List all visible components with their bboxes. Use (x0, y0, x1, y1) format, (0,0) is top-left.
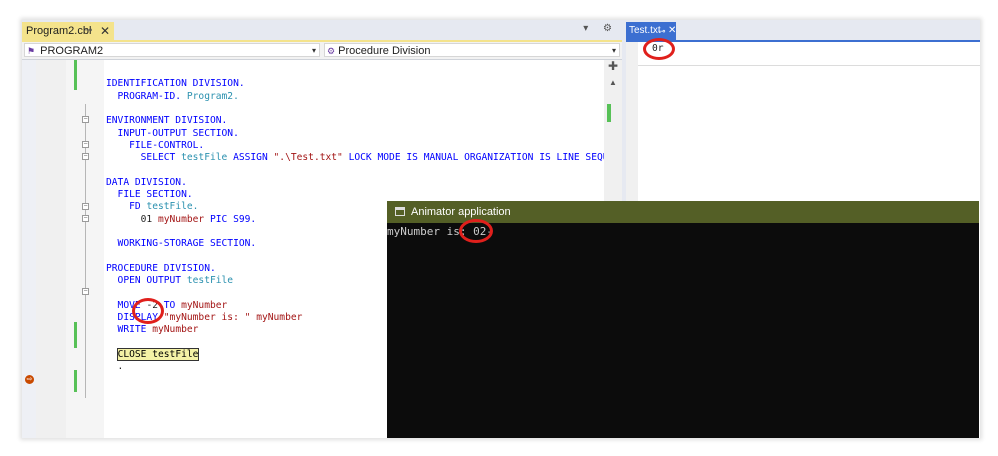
code-line[interactable]: PROCEDURE DIVISION. (106, 263, 216, 275)
code-token: PIC S99. (209, 213, 257, 225)
code-token: IDENTIFICATION DIVISION. (106, 78, 245, 90)
code-token: OPEN OUTPUT (106, 275, 187, 287)
code-line[interactable]: . (106, 361, 124, 373)
split-window-icon[interactable]: ✚ (607, 60, 619, 72)
code-token: DATA DIVISION. (106, 176, 187, 188)
pin-icon[interactable]: ⊸ (84, 22, 92, 40)
code-line[interactable]: DATA DIVISION. (106, 177, 187, 189)
program-dropdown[interactable]: ⚑ PROGRAM2 ▾ (24, 43, 320, 57)
collapse-icon[interactable]: − (82, 153, 89, 160)
right-tabstrip: Test.txt ⊸ ✕ (626, 20, 980, 40)
code-token: testFile (181, 152, 234, 164)
collapse-icon[interactable]: − (82, 203, 89, 210)
class-icon: ⚑ (27, 46, 36, 56)
code-token: ".\Test.txt" (273, 152, 349, 164)
code-line[interactable]: MOVE -2 TO myNumber (106, 299, 228, 312)
code-line[interactable]: OPEN OUTPUT testFile (106, 275, 234, 287)
collapse-icon[interactable]: − (82, 288, 89, 295)
code-token: ENVIRONMENT DIVISION. (106, 115, 228, 127)
collapse-icon[interactable]: − (82, 141, 89, 148)
code-token: myNumber (157, 213, 210, 225)
collapse-icon[interactable]: − (82, 215, 89, 222)
code-line[interactable]: SELECT testFile ASSIGN ".\Test.txt" LOCK… (106, 152, 638, 164)
code-token: INPUT-OUTPUT SECTION. (106, 127, 239, 139)
line-number-margin (36, 60, 66, 438)
change-marker (74, 60, 77, 90)
tab-test-txt[interactable]: Test.txt ⊸ ✕ (626, 22, 676, 40)
scroll-change-marker (607, 104, 611, 122)
code-line[interactable]: WRITE myNumber (106, 324, 199, 336)
code-token: FILE-CONTROL. (106, 139, 205, 151)
divider (638, 65, 980, 66)
code-line[interactable]: FD testFile. (106, 201, 198, 213)
code-token: Program2. (186, 90, 239, 102)
close-icon[interactable]: ✕ (100, 22, 110, 40)
console-title: Animator application (411, 206, 511, 218)
code-token: WRITE (106, 324, 153, 336)
chevron-down-icon[interactable]: ▾ (612, 44, 616, 58)
member-dropdown[interactable]: ⚙ Procedure Division ▾ (324, 43, 620, 57)
member-dropdown-value: Procedure Division (338, 45, 431, 57)
code-token: FD (106, 201, 147, 213)
code-token: WORKING-STORAGE SECTION. (106, 238, 257, 250)
active-tab-accent (626, 40, 980, 42)
code-token: testFile (186, 275, 234, 287)
tab-program2-cbl[interactable]: Program2.cbl ⊸ ✕ (22, 22, 114, 40)
navigation-bar: ⚑ PROGRAM2 ▾ ⚙ Procedure Division ▾ (22, 42, 622, 60)
code-token: FILE SECTION. (106, 189, 193, 200)
code-token: PROGRAM-ID. (106, 90, 187, 102)
code-line[interactable]: CLOSE testFile (106, 347, 200, 361)
scroll-up-icon[interactable]: ▲ (609, 78, 617, 87)
program-dropdown-value: PROGRAM2 (40, 45, 104, 57)
code-line[interactable]: 01 myNumber PIC S99. (106, 213, 257, 226)
procedure-icon: ⚙ (327, 46, 336, 56)
code-line[interactable]: FILE-CONTROL. (106, 140, 204, 152)
code-token: myNumber (181, 299, 228, 311)
code-token: ASSIGN (233, 152, 274, 164)
code-token: testFile. (146, 201, 199, 213)
code-line[interactable]: ENVIRONMENT DIVISION. (106, 115, 227, 127)
annotation-circle (132, 298, 164, 324)
code-line[interactable]: IDENTIFICATION DIVISION. (106, 78, 245, 90)
collapse-icon[interactable]: − (82, 116, 89, 123)
tab-label: Test.txt (629, 25, 661, 36)
code-token: myNumber (256, 312, 303, 323)
code-token: LOCK MODE IS MANUAL ORGANIZATION IS LINE… (348, 152, 638, 164)
code-token: . (106, 361, 124, 373)
current-statement-highlight: CLOSE testFile (116, 347, 200, 361)
breakpoint-current-line-icon[interactable]: ⇨ (25, 375, 34, 384)
code-token: SELECT (106, 152, 182, 164)
tab-overflow-settings-icon[interactable]: ▾ ⚙ (583, 23, 618, 34)
code-line[interactable]: INPUT-OUTPUT SECTION. (106, 128, 239, 140)
code-token: PROCEDURE DIVISION. (106, 262, 216, 274)
annotation-circle (643, 38, 675, 60)
code-line[interactable]: PROGRAM-ID. Program2. (106, 91, 239, 103)
code-token: 01 (106, 213, 158, 225)
editor-tabstrip: Program2.cbl ⊸ ✕ ▾ ⚙ (22, 20, 622, 40)
close-icon[interactable]: ✕ (668, 22, 676, 40)
chevron-down-icon[interactable]: ▾ (312, 44, 316, 58)
annotation-circle (459, 219, 493, 243)
outline-line (85, 104, 86, 398)
code-line[interactable]: WORKING-STORAGE SECTION. (106, 238, 257, 250)
console-app-icon (395, 207, 405, 216)
code-token: myNumber (152, 324, 199, 336)
code-line[interactable]: FILE SECTION. (106, 189, 193, 201)
change-marker (74, 370, 77, 392)
code-token: "myNumber is: " (163, 312, 257, 323)
change-marker (74, 322, 77, 348)
tab-label: Program2.cbl (26, 25, 92, 37)
